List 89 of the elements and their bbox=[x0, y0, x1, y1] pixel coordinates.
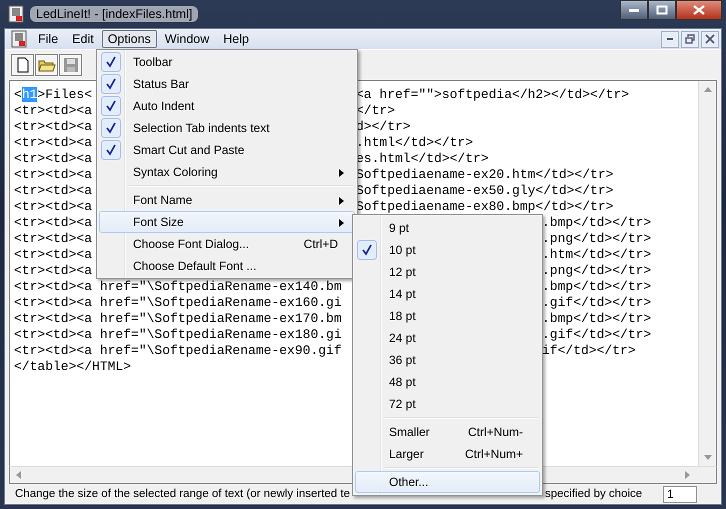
maximize-button[interactable] bbox=[648, 0, 676, 20]
code-line: <tr><td><a href="\SoftpediaRename-ex90.gif bbox=[14, 343, 342, 358]
code-line: <tr><td><a href="\SoftpediaRename-ex180.gi bbox=[14, 327, 342, 342]
minimize-button[interactable] bbox=[661, 30, 679, 48]
code-line: .bmp</td></tr> bbox=[542, 215, 652, 231]
folder-icon[interactable] bbox=[35, 54, 58, 76]
code-line: .gif</td></tr> bbox=[542, 327, 652, 343]
app-icon bbox=[8, 5, 24, 23]
code-line: Softpediaename-ex50.gly</td></tr> bbox=[356, 183, 614, 199]
menu-item[interactable]: Status Bar bbox=[99, 73, 355, 95]
code-line: <h1>Files< bbox=[14, 87, 92, 102]
code-line: .html</td></tr> bbox=[356, 135, 474, 151]
code-line: <tr><td><a bbox=[14, 135, 92, 150]
menu-item[interactable]: 48 pt bbox=[355, 371, 540, 393]
checkmark-icon bbox=[101, 74, 121, 94]
window-title: LedLineIt! - [indexFiles.html] bbox=[30, 6, 198, 22]
code-line: <tr><td><a bbox=[14, 103, 92, 118]
close-button[interactable] bbox=[676, 0, 722, 20]
code-line: <tr><td><a href="\SoftpediaRename-ex140.bm bbox=[14, 279, 342, 294]
menu-item[interactable]: Smaller Ctrl+Num- bbox=[355, 421, 540, 443]
menu-item[interactable]: 72 pt bbox=[355, 393, 540, 415]
menu-item[interactable]: Edit bbox=[66, 30, 100, 48]
menu-item[interactable]: 12 pt bbox=[355, 261, 540, 283]
code-line: </table></HTML> bbox=[14, 359, 132, 374]
menu-item[interactable]: 24 pt bbox=[355, 327, 540, 349]
menu-item[interactable]: 10 pt bbox=[355, 239, 540, 261]
submenu-arrow-icon bbox=[339, 219, 344, 227]
code-line: <tr><td><a bbox=[14, 215, 92, 230]
code-line: <tr><td><a bbox=[14, 119, 92, 134]
menu-item[interactable]: Other... bbox=[355, 471, 540, 493]
menu-item[interactable]: File bbox=[32, 30, 64, 48]
restore-button[interactable] bbox=[681, 30, 699, 48]
status-text: Change the size of the selected range of text (or newly inserted te bbox=[15, 488, 350, 500]
code-line: Softpediaename-ex20.htm</td></tr> bbox=[356, 167, 614, 183]
code-line: .bmp</td></tr> bbox=[542, 311, 652, 327]
menu-item[interactable]: Help bbox=[217, 30, 255, 48]
close-icon bbox=[705, 34, 715, 44]
menu-item[interactable]: 14 pt bbox=[355, 283, 540, 305]
code-line: <tr><td><a href="\SoftpediaRename-ex160.gi bbox=[14, 295, 342, 310]
code-line: <tr><td><a bbox=[14, 151, 92, 166]
menu-item[interactable]: Window bbox=[158, 30, 216, 48]
code-line: <tr><td><a bbox=[14, 263, 92, 278]
menu-item[interactable]: 9 pt bbox=[355, 217, 540, 239]
menu-item[interactable]: Font Name bbox=[99, 189, 355, 211]
menu-item[interactable]: Selection Tab indents text bbox=[99, 117, 355, 139]
code-line: Softpediaename-ex80.bmp</td></tr> bbox=[356, 199, 614, 215]
restore-icon bbox=[685, 34, 695, 44]
code-line: .png</td></tr> bbox=[542, 263, 652, 279]
code-line: <tr><td><a bbox=[14, 247, 92, 262]
close-button[interactable] bbox=[701, 30, 719, 48]
submenu-arrow-icon bbox=[339, 197, 344, 205]
menu-item[interactable]: Font Size bbox=[99, 211, 355, 233]
code-line: .bmp</td></tr> bbox=[542, 279, 652, 295]
checkmark-icon bbox=[101, 118, 121, 138]
minimize-icon bbox=[628, 7, 640, 13]
menu-item[interactable]: Larger Ctrl+Num+ bbox=[355, 443, 540, 465]
checkmark-icon bbox=[101, 140, 121, 160]
code-line: es.html</td></tr> bbox=[356, 151, 489, 167]
menu-item[interactable]: Choose Default Font ... bbox=[99, 255, 355, 277]
code-line: if</td></tr> bbox=[542, 343, 636, 359]
new-file-icon[interactable] bbox=[11, 54, 34, 76]
menu-item[interactable]: Smart Cut and Paste bbox=[99, 139, 355, 161]
minimize-button[interactable] bbox=[620, 0, 648, 20]
checkmark-icon bbox=[101, 52, 121, 72]
code-line: .htm</td></tr> bbox=[542, 247, 652, 263]
checkmark-icon bbox=[101, 96, 121, 116]
menu-item[interactable]: Choose Font Dialog... Ctrl+D bbox=[99, 233, 355, 255]
submenu-arrow-icon bbox=[339, 169, 344, 177]
code-line: .png</td></tr> bbox=[542, 231, 652, 247]
menu-item[interactable]: 36 pt bbox=[355, 349, 540, 371]
line-number-pane: 1 bbox=[663, 486, 697, 502]
menu-item[interactable]: Auto Indent bbox=[99, 95, 355, 117]
maximize-icon bbox=[656, 5, 668, 15]
code-line: <tr><td><a bbox=[14, 183, 92, 198]
code-line: <tr><td><a bbox=[14, 167, 92, 182]
close-icon bbox=[693, 5, 705, 15]
menu-item[interactable]: Syntax Coloring bbox=[99, 161, 355, 183]
menu-item[interactable]: Toolbar bbox=[99, 51, 355, 73]
code-line: <tr><td><a bbox=[14, 199, 92, 214]
code-line: </tr> bbox=[356, 103, 396, 119]
minimize-icon bbox=[667, 38, 673, 40]
status-text: specified by choice bbox=[545, 488, 642, 500]
checkmark-icon bbox=[357, 240, 377, 260]
code-line: <tr><td><a bbox=[14, 231, 92, 246]
code-line: .gif</td></tr> bbox=[542, 295, 652, 311]
code-line: <tr><td><a href="\SoftpediaRename-ex170.bm bbox=[14, 311, 342, 326]
document-icon[interactable] bbox=[11, 30, 27, 48]
menu-item[interactable]: 18 pt bbox=[355, 305, 540, 327]
menu-item[interactable]: Options bbox=[102, 30, 157, 48]
